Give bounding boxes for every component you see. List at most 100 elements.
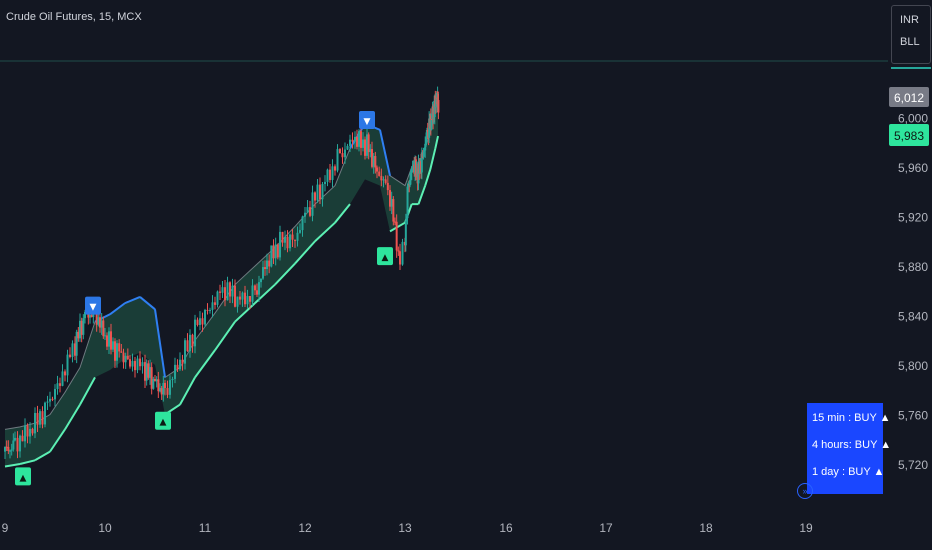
time-tick-label: 9 [2, 521, 9, 535]
candle-body [354, 136, 356, 142]
price-tick-label: 6,000 [898, 112, 928, 126]
signal-label-buy: ▲ [155, 411, 171, 430]
candle-body [141, 362, 144, 367]
candle-body [49, 398, 51, 402]
signal-label-buy: ▲ [15, 467, 31, 486]
candle-body [36, 412, 39, 425]
price-axis[interactable]: 5,720 5,760 5,800 5,840 5,880 5,920 5,960 6,000 [898, 112, 928, 473]
candle-body [229, 282, 231, 297]
candle-body [256, 290, 258, 295]
candle-body [174, 364, 176, 379]
time-tick-label: 19 [799, 521, 813, 535]
candle-body [29, 428, 31, 437]
candle-body [346, 145, 349, 150]
candle-body [254, 285, 256, 291]
candle-body [314, 192, 316, 201]
candle-body [289, 234, 291, 249]
candle-body [294, 239, 296, 241]
currency-underline [891, 67, 931, 69]
signal-label-sell: ▼ [85, 296, 101, 315]
candle-body [239, 296, 241, 300]
timeframe-row-4hours: 4 hours: BUY ▲ [812, 439, 892, 451]
candle-body [46, 401, 49, 403]
candle-body [184, 340, 186, 364]
price-chart[interactable]: ▲ ▼ ▲ ▼ ▲ 5,720 5,760 5,800 5,840 5,880 5,920 5,96… [0, 0, 932, 550]
candle-body [66, 354, 69, 376]
candle-body [341, 153, 344, 158]
candle-body [236, 296, 239, 307]
time-tick-label: 16 [499, 521, 513, 535]
candle-body [110, 331, 112, 350]
candle-body [209, 309, 211, 311]
candle-body [281, 231, 284, 243]
time-tick-label: 10 [98, 521, 112, 535]
candle-body [301, 216, 304, 231]
candle-body [116, 343, 118, 361]
candle-body [216, 291, 219, 305]
candle-body [64, 371, 66, 376]
candle-body [246, 296, 249, 305]
candle-body [176, 364, 179, 370]
candle-body [241, 292, 244, 300]
candle-body [122, 352, 125, 363]
candle-body [270, 245, 273, 267]
candle-body [24, 425, 26, 442]
candle-body [364, 139, 366, 156]
signal-label-glyph: ▲ [382, 253, 389, 263]
candle-body [54, 388, 56, 400]
current-price-tag-text: 6,012 [894, 91, 924, 105]
candle-body [201, 318, 204, 325]
candle-body [358, 131, 360, 147]
candle-body [9, 450, 11, 452]
candle-body [339, 149, 341, 154]
candle-body [19, 435, 21, 452]
time-axis[interactable]: 9 10 11 12 13 16 17 18 19 [2, 521, 813, 535]
candle-body [199, 318, 201, 325]
price-tick-label: 5,960 [898, 161, 928, 175]
price-tick-label: 5,880 [898, 260, 928, 274]
candle-body [26, 425, 29, 437]
arrow-right-circle-icon[interactable]: » [797, 483, 813, 499]
candle-body [102, 320, 105, 337]
candle-body [304, 212, 306, 217]
candle-body [31, 428, 34, 434]
candle-body [56, 383, 59, 389]
price-tick-label: 5,760 [898, 409, 928, 423]
signal-label-buy: ▲ [377, 247, 393, 266]
price-tick-label: 5,720 [898, 458, 928, 472]
candle-body [194, 319, 196, 347]
candle-body [179, 359, 181, 370]
candle-body [401, 241, 404, 265]
candle-body [380, 175, 383, 181]
candle-body [284, 236, 286, 243]
candle-body [14, 437, 16, 441]
trend-band-fill [5, 98, 439, 467]
candle-body [196, 319, 199, 325]
candle-body [234, 285, 236, 307]
candle-body [204, 309, 206, 325]
candle-body [134, 361, 136, 371]
candle-body [360, 131, 362, 148]
candle-body [319, 184, 321, 200]
candle-body [186, 340, 189, 352]
candle-body [244, 292, 246, 305]
trend-band-layer [4, 98, 440, 468]
candle-body [274, 244, 277, 259]
candle-body [306, 207, 309, 213]
candle-body [69, 354, 71, 357]
candle-body [224, 287, 226, 301]
candle-body [12, 440, 15, 450]
candle-body [326, 169, 329, 182]
symbol-title[interactable]: Crude Oil Futures, 15, MCX [6, 11, 142, 23]
candle-body [399, 251, 401, 265]
candle-body [41, 411, 44, 425]
candle-body [114, 341, 116, 361]
candle-body [21, 435, 24, 442]
currency-unit-box[interactable]: INR BLL [891, 5, 931, 64]
candle-body [249, 296, 251, 302]
timeframe-row-1day: 1 day : BUY ▲ [812, 466, 885, 478]
signal-label-glyph: ▲ [160, 418, 167, 428]
candle-body [166, 388, 169, 395]
candle-body [129, 359, 131, 367]
candle-body [437, 100, 440, 113]
